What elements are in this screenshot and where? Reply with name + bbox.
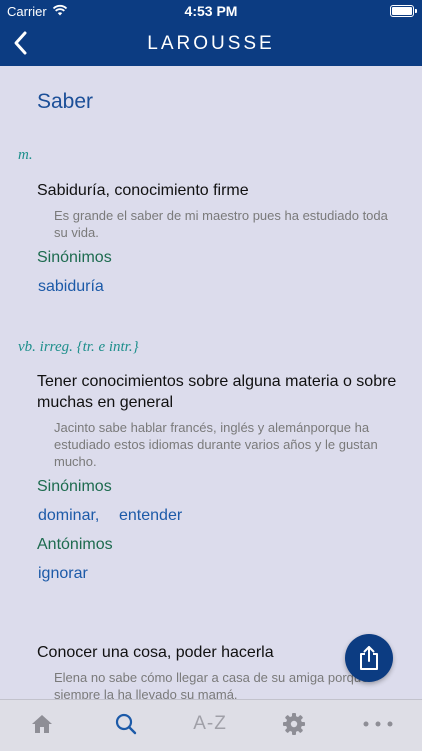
definition: Conocer una cosa, poder hacerla	[37, 644, 274, 661]
part-of-speech: m.	[18, 147, 33, 163]
example: Jacinto sabe hablar francés, inglés y al…	[54, 420, 378, 469]
tab-more[interactable]	[336, 700, 420, 751]
tab-bar: A-Z	[0, 699, 422, 751]
antonyms-label: Antónimos	[37, 536, 113, 553]
part-of-speech: vb. irreg. {tr. e intr.}	[18, 339, 139, 355]
gear-icon	[283, 713, 305, 735]
share-icon	[360, 646, 378, 670]
definition: Sabiduría, conocimiento firme	[37, 182, 249, 199]
brand-title: LAROUSSE	[147, 33, 275, 54]
tab-a-z[interactable]: A-Z	[168, 700, 252, 751]
synonym-link[interactable]: sabiduría	[38, 278, 104, 296]
battery-icon	[390, 5, 417, 17]
home-icon	[32, 715, 52, 733]
definition: Tener conocimientos sobre alguna materia…	[37, 373, 397, 411]
tab-settings[interactable]	[252, 700, 336, 751]
entry-content[interactable]: Saber m. Sabiduría, conocimiento firme E…	[0, 66, 422, 699]
clock: 4:53 PM	[184, 3, 238, 19]
synonym-link[interactable]: entender	[119, 507, 182, 525]
antonym-link[interactable]: ignorar	[38, 565, 88, 583]
status-bar: Carrier 4:53 PM	[0, 0, 422, 22]
search-icon	[115, 713, 137, 735]
more-icon	[363, 721, 393, 727]
example: Es grande el saber de mi maestro pues ha…	[54, 208, 388, 240]
synonyms-label: Sinónimos	[37, 249, 112, 266]
synonyms-label: Sinónimos	[37, 478, 112, 495]
synonym-link[interactable]: dominar,	[38, 507, 99, 525]
example: Elena no sabe cómo llegar a casa de su a…	[54, 670, 369, 699]
headword: Saber	[37, 90, 94, 113]
tab-home[interactable]	[0, 700, 84, 751]
tab-search[interactable]	[84, 700, 168, 751]
a-z-label: A-Z	[193, 713, 227, 734]
share-button[interactable]	[345, 634, 393, 682]
navigation-bar: Carrier 4:53 PM LAROUSSE	[0, 0, 422, 66]
